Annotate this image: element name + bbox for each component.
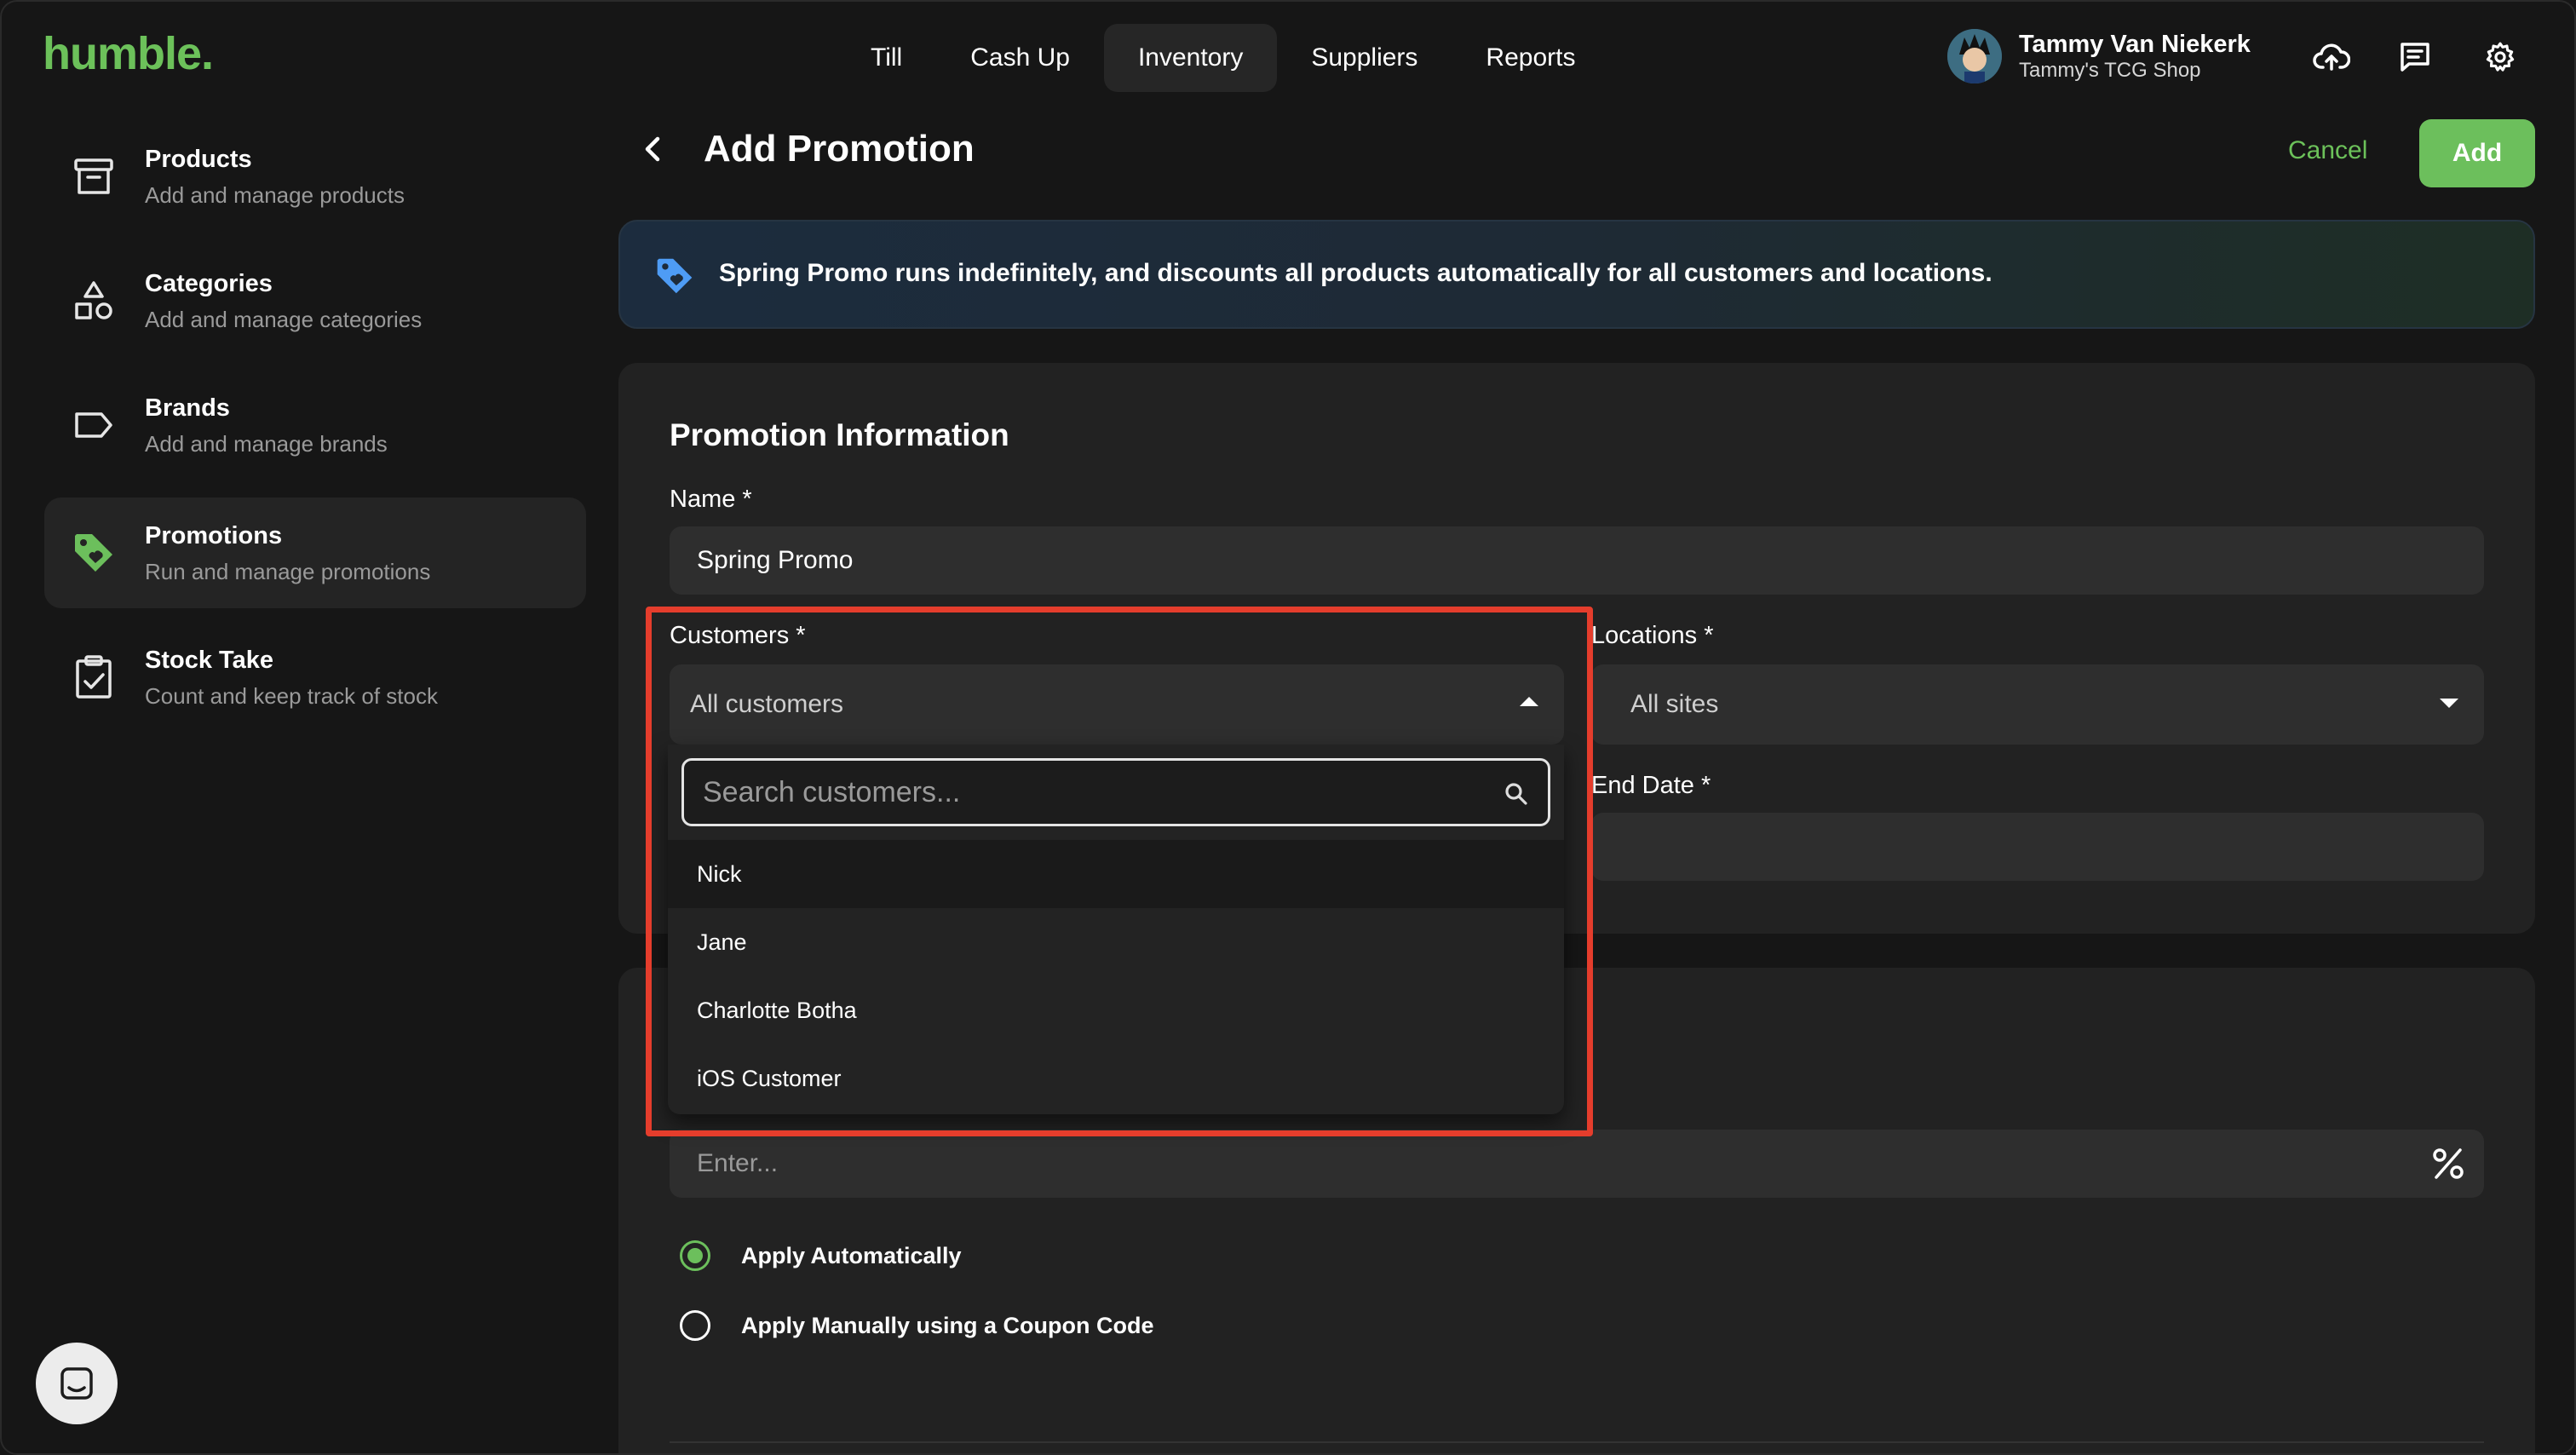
highlight-annotation-box bbox=[646, 607, 1593, 1136]
end-date-field[interactable] bbox=[1591, 813, 2484, 881]
radio-unselected[interactable] bbox=[680, 1310, 710, 1341]
sidebar-item-title: Brands bbox=[145, 394, 230, 422]
promo-tag-icon bbox=[70, 529, 118, 577]
apply-manually-option[interactable]: Apply Manually using a Coupon Code bbox=[680, 1310, 1154, 1341]
banner-text: Spring Promo runs indefinitely, and disc… bbox=[719, 259, 1992, 287]
nav-suppliers[interactable]: Suppliers bbox=[1277, 24, 1452, 92]
divider bbox=[670, 1441, 2484, 1443]
top-nav: Till Cash Up Inventory Suppliers Reports bbox=[837, 24, 1609, 92]
discount-input[interactable]: Enter... bbox=[670, 1130, 2484, 1198]
promo-tag-icon bbox=[654, 256, 695, 296]
sidebar-item-title: Promotions bbox=[145, 522, 283, 549]
radio-label: Apply Automatically bbox=[741, 1242, 962, 1268]
archive-box-icon bbox=[70, 152, 118, 200]
avatar bbox=[1947, 29, 2002, 83]
back-arrow-icon[interactable] bbox=[634, 129, 673, 169]
end-date-label: End Date * bbox=[1591, 772, 1711, 799]
name-label: Name * bbox=[670, 486, 752, 513]
label-tag-icon bbox=[70, 401, 118, 449]
apply-automatically-option[interactable]: Apply Automatically bbox=[680, 1240, 962, 1271]
humble-logo[interactable]: humble. bbox=[43, 27, 214, 80]
name-field[interactable]: Spring Promo bbox=[670, 526, 2484, 595]
radio-selected[interactable] bbox=[680, 1240, 710, 1271]
app-window: humble. Till Cash Up Inventory Suppliers… bbox=[0, 0, 2576, 1455]
clipboard-check-icon bbox=[70, 653, 118, 701]
sidebar-item-categories[interactable]: Categories Add and manage categories bbox=[44, 245, 586, 356]
cancel-button[interactable]: Cancel bbox=[2288, 136, 2367, 165]
user-profile[interactable]: Tammy Van Niekerk Tammy's TCG Shop bbox=[1947, 29, 2251, 83]
cloud-upload-icon[interactable] bbox=[2312, 37, 2351, 77]
user-name: Tammy Van Niekerk bbox=[2019, 31, 2251, 58]
nav-inventory[interactable]: Inventory bbox=[1103, 24, 1278, 92]
chevron-down-icon bbox=[2440, 699, 2458, 708]
gear-icon[interactable] bbox=[2481, 37, 2520, 77]
sidebar-item-stock-take[interactable]: Stock Take Count and keep track of stock bbox=[44, 622, 586, 733]
sidebar-item-title: Stock Take bbox=[145, 647, 273, 674]
sidebar-item-title: Products bbox=[145, 146, 252, 173]
promotion-summary-banner: Spring Promo runs indefinitely, and disc… bbox=[618, 220, 2535, 329]
locations-label: Locations * bbox=[1591, 622, 1714, 649]
sidebar-item-products[interactable]: Products Add and manage products bbox=[44, 121, 586, 232]
locations-value: All sites bbox=[1630, 690, 1719, 718]
sidebar-item-title: Categories bbox=[145, 270, 273, 297]
radio-label: Apply Manually using a Coupon Code bbox=[741, 1312, 1154, 1338]
sidebar-item-promotions[interactable]: Promotions Run and manage promotions bbox=[44, 497, 586, 608]
page-title: Add Promotion bbox=[704, 128, 975, 170]
shapes-icon bbox=[70, 277, 118, 325]
nav-till[interactable]: Till bbox=[837, 24, 936, 92]
nav-reports[interactable]: Reports bbox=[1452, 24, 1609, 92]
nav-cash-up[interactable]: Cash Up bbox=[936, 24, 1104, 92]
help-chat-button[interactable] bbox=[36, 1343, 118, 1424]
section-title: Promotion Information bbox=[670, 417, 1009, 452]
sidebar-item-subtitle: Add and manage categories bbox=[145, 307, 423, 332]
sidebar-item-subtitle: Run and manage promotions bbox=[145, 559, 431, 584]
sidebar-item-brands[interactable]: Brands Add and manage brands bbox=[44, 370, 586, 480]
locations-select[interactable]: All sites bbox=[1591, 664, 2484, 745]
chat-icon[interactable] bbox=[2395, 37, 2435, 77]
percent-icon bbox=[2431, 1147, 2465, 1181]
sidebar-item-subtitle: Add and manage products bbox=[145, 182, 405, 208]
sidebar-item-subtitle: Count and keep track of stock bbox=[145, 683, 438, 709]
sidebar-item-subtitle: Add and manage brands bbox=[145, 431, 388, 457]
add-button[interactable]: Add bbox=[2419, 119, 2535, 187]
user-shop: Tammy's TCG Shop bbox=[2019, 59, 2201, 82]
